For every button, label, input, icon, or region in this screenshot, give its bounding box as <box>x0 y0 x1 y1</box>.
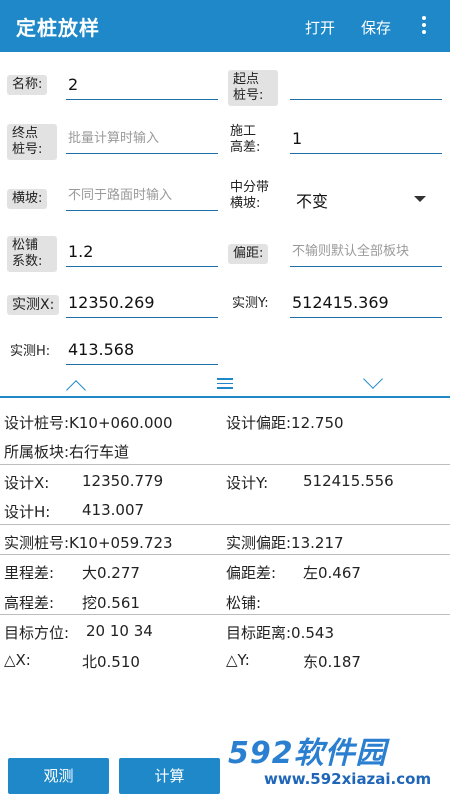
end-station-label: 终点 桩号: <box>7 124 57 160</box>
chevron-down-icon[interactable] <box>414 196 426 202</box>
design-y-value: 512415.556 <box>303 472 394 490</box>
app-bar: 定桩放样 打开 保存 <box>0 0 450 52</box>
cross-slope-label: 横坡: <box>7 189 48 209</box>
start-station-label: 起点 桩号: <box>228 70 278 106</box>
delta-y-label: △Y: <box>226 651 250 669</box>
loose-coefficient-label: 松铺 系数: <box>7 236 57 272</box>
observe-button[interactable]: 观测 <box>8 758 109 794</box>
delta-x-label: △X: <box>4 651 31 669</box>
offset-field[interactable]: 不输则默认全部板块 <box>290 239 442 267</box>
save-button[interactable]: 保存 <box>361 17 391 38</box>
block: 所属板块:右行车道 <box>4 443 130 461</box>
open-button[interactable]: 打开 <box>305 17 335 38</box>
median-slope-select[interactable]: 不变 <box>296 188 328 212</box>
target-distance: 目标距离:0.543 <box>226 624 334 642</box>
measured-h-field[interactable]: 413.568 <box>66 337 218 365</box>
construction-height-field[interactable]: 1 <box>290 126 442 154</box>
menu-icon[interactable] <box>217 378 233 392</box>
measured-h-label: 实测H: <box>10 344 51 359</box>
divider <box>0 464 450 465</box>
construction-height-label: 施工 高差: <box>230 124 261 155</box>
measured-y-label: 实测Y: <box>232 296 269 311</box>
watermark-title: 592软件园 <box>228 736 387 771</box>
page-title: 定桩放样 <box>16 16 100 40</box>
divider <box>0 524 450 525</box>
divider <box>0 614 450 615</box>
measured-station: 实测桩号:K10+059.723 <box>4 534 173 552</box>
measured-x-label: 实测X: <box>7 295 60 315</box>
loose-coefficient-field[interactable]: 1.2 <box>66 239 218 267</box>
design-station: 设计桩号:K10+060.000 <box>4 414 173 432</box>
name-label: 名称: <box>7 75 48 95</box>
measured-offset: 实测偏距:13.217 <box>226 534 344 552</box>
measured-x-field[interactable]: 12350.269 <box>66 290 218 318</box>
design-h-label: 设计H: <box>4 503 51 521</box>
design-offset: 设计偏距:12.750 <box>226 414 344 432</box>
compute-button[interactable]: 计算 <box>119 758 220 794</box>
start-station-field[interactable] <box>290 72 442 100</box>
chevron-up-icon[interactable] <box>66 380 86 400</box>
input-form: 名称: 2 起点 桩号: 终点 桩号: 批量计算时输入 施工 高差: 1 横坡:… <box>0 52 450 370</box>
panel-toggle-bar <box>0 369 450 400</box>
elevation-diff-label: 高程差: <box>4 594 55 612</box>
design-h-value: 413.007 <box>82 501 145 519</box>
offset-diff-value: 左0.467 <box>303 564 361 582</box>
cross-slope-field[interactable]: 不同于路面时输入 <box>66 183 218 211</box>
target-bearing-value: 20 10 34 <box>86 622 153 640</box>
elevation-diff-value: 挖0.561 <box>82 594 140 612</box>
loose-label: 松铺: <box>226 594 262 612</box>
divider <box>0 554 450 555</box>
design-x-value: 12350.779 <box>82 472 164 490</box>
delta-x-value: 北0.510 <box>82 653 140 671</box>
chevron-down-icon[interactable] <box>363 369 383 389</box>
design-x-label: 设计X: <box>4 474 50 492</box>
median-slope-label: 中分带 横坡: <box>230 180 270 211</box>
end-station-field[interactable]: 批量计算时输入 <box>66 126 218 154</box>
delta-y-value: 东0.187 <box>303 653 361 671</box>
watermark-url: www.592xiazai.com <box>264 770 432 788</box>
target-bearing-label: 目标方位: <box>4 624 70 642</box>
chainage-diff-value: 大0.277 <box>82 564 140 582</box>
name-field[interactable]: 2 <box>66 72 218 100</box>
watermark-logo: 592软件园 www.592xiazai.com <box>222 728 447 800</box>
more-options-icon[interactable] <box>418 14 430 38</box>
offset-label: 偏距: <box>228 244 269 264</box>
measured-y-field[interactable]: 512415.369 <box>290 290 442 318</box>
offset-diff-label: 偏距差: <box>226 564 277 582</box>
chainage-diff-label: 里程差: <box>4 564 55 582</box>
design-y-label: 设计Y: <box>226 474 269 492</box>
